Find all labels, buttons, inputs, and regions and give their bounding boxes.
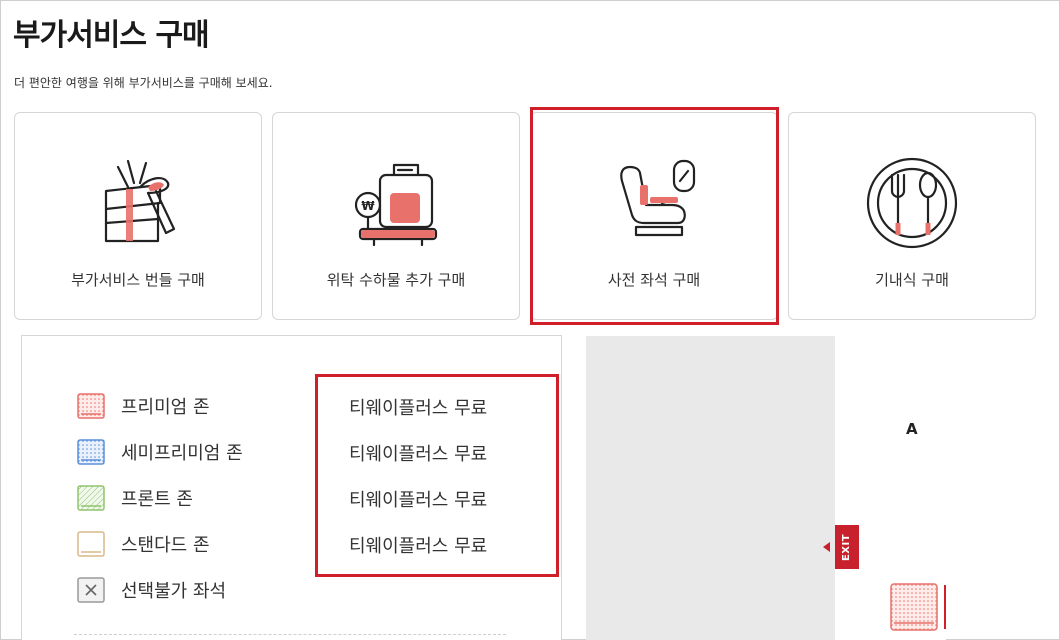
standard-zone-swatch	[77, 531, 105, 557]
unavailable-seat-swatch	[77, 577, 105, 603]
seat-partial	[944, 585, 946, 629]
seat-column-label: A	[906, 420, 918, 438]
gift-box-icon	[104, 159, 176, 243]
seat-purchase-card[interactable]: 사전 좌석 구매	[530, 112, 778, 320]
legend-label: 스탠다드 존	[121, 535, 210, 556]
page-title: 부가서비스 구매	[13, 18, 210, 53]
legend-label: 세미프리미엄 존	[121, 443, 243, 464]
semi-premium-zone-swatch	[77, 439, 105, 465]
svg-text:₩: ₩	[361, 199, 375, 213]
front-zone-swatch	[77, 485, 105, 511]
legend-label: 프론트 존	[121, 489, 193, 510]
legend-price-semi-premium: 티웨이플러스 무료	[349, 444, 488, 465]
legend-item-front: 프론트 존	[77, 483, 193, 513]
baggage-purchase-card[interactable]: ₩ 위탁 수하물 추가 구매	[272, 112, 520, 320]
premium-zone-swatch	[77, 393, 105, 419]
legend-label: 프리미엄 존	[121, 397, 210, 418]
meal-purchase-label: 기내식 구매	[875, 271, 949, 289]
page-subtitle: 더 편안한 여행을 위해 부가서비스를 구매해 보세요.	[14, 76, 273, 90]
seat-purchase-label: 사전 좌석 구매	[607, 271, 701, 289]
legend-price-premium: 티웨이플러스 무료	[349, 398, 488, 419]
bundle-purchase-label: 부가서비스 번들 구매	[71, 271, 205, 289]
baggage-cart-icon: ₩	[354, 163, 438, 247]
exit-arrow-icon	[823, 542, 830, 552]
legend-divider	[74, 634, 506, 635]
seat-legend-panel: 프리미엄 존 티웨이플러스 무료 세미프리미엄 존 티웨이플러스 무료 프론트 …	[21, 335, 562, 640]
bundle-purchase-card[interactable]: 부가서비스 번들 구매	[14, 112, 262, 320]
legend-item-premium: 프리미엄 존	[77, 391, 210, 421]
legend-item-standard: 스탠다드 존	[77, 529, 210, 559]
legend-item-semi-premium: 세미프리미엄 존	[77, 437, 243, 467]
legend-price-standard: 티웨이플러스 무료	[349, 536, 488, 557]
airplane-seat-icon	[620, 159, 696, 237]
meal-purchase-card[interactable]: 기내식 구매	[788, 112, 1036, 320]
exit-tag: EXIT	[835, 525, 859, 569]
meal-plate-icon	[866, 157, 958, 249]
exit-label: EXIT	[841, 533, 853, 561]
premium-seat[interactable]	[890, 583, 938, 631]
baggage-purchase-label: 위탁 수하물 추가 구매	[326, 271, 466, 289]
legend-price-front: 티웨이플러스 무료	[349, 490, 488, 511]
legend-item-unavailable: 선택불가 좌석	[77, 575, 226, 605]
legend-label: 선택불가 좌석	[121, 581, 227, 602]
